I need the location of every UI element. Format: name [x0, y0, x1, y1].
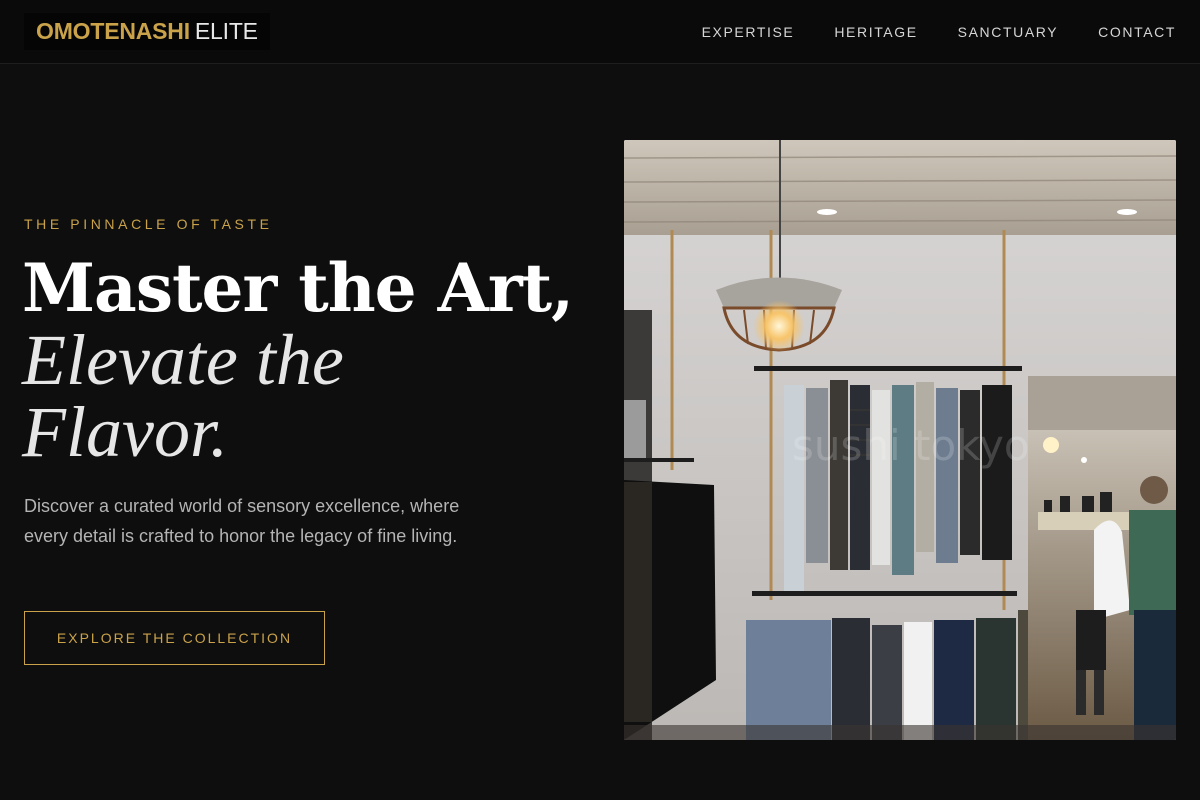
nav-link-sanctuary[interactable]: SANCTUARY [958, 24, 1059, 40]
nav-link-expertise[interactable]: EXPERTISE [702, 24, 795, 40]
brand-secondary: ELITE [194, 18, 258, 44]
headline-line-1: Master the Art, [22, 249, 574, 327]
hero-eyebrow: THE PINNACLE OF TASTE [24, 216, 273, 232]
hero-headline: Master the Art, Elevate the Flavor. [22, 252, 582, 468]
headline-line-2: Elevate the [22, 320, 344, 400]
headline-line-3: Flavor. [22, 392, 228, 472]
brand-primary: OMOTENASHI [36, 18, 190, 44]
explore-collection-button[interactable]: EXPLORE THE COLLECTION [24, 611, 325, 665]
top-navigation: OMOTENASHI ELITE EXPERTISE HERITAGE SANC… [0, 0, 1200, 64]
image-watermark-text: sushi tokyo [792, 421, 1030, 470]
nav-link-heritage[interactable]: HERITAGE [834, 24, 917, 40]
boutique-photo: sushi tokyo [624, 140, 1176, 740]
hero-description: Discover a curated world of sensory exce… [24, 496, 460, 546]
nav-links: EXPERTISE HERITAGE SANCTUARY CONTACT [702, 0, 1176, 64]
brand-logo[interactable]: OMOTENASHI ELITE [24, 13, 270, 50]
nav-link-contact[interactable]: CONTACT [1098, 24, 1176, 40]
